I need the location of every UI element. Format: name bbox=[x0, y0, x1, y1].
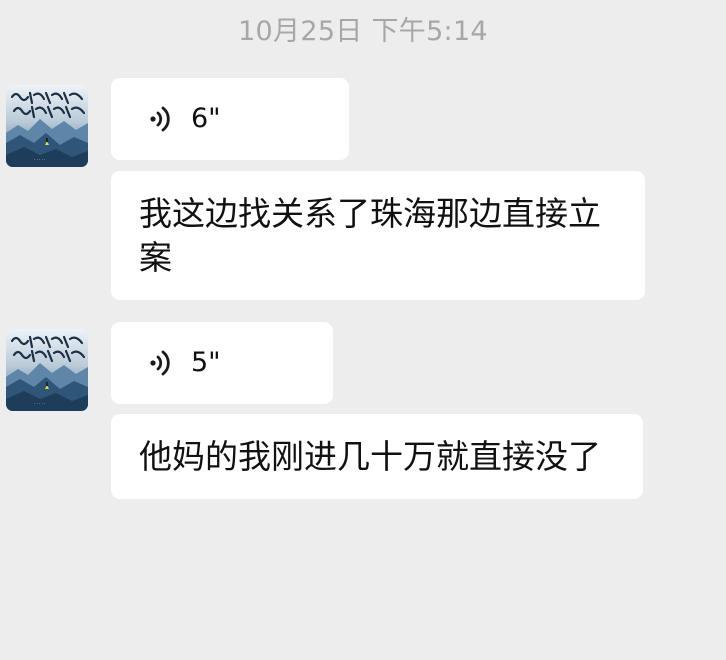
voice-wave-icon bbox=[150, 350, 170, 376]
sender-avatar[interactable]: · · · · · bbox=[6, 329, 88, 411]
message-timestamp: 10月25日 下午5:14 bbox=[238, 16, 488, 47]
text-message-bubble[interactable]: 他妈的我刚进几十万就直接没了 bbox=[111, 414, 643, 499]
svg-text:· · · · ·: · · · · · bbox=[34, 157, 45, 162]
text-message-bubble[interactable]: 我这边找关系了珠海那边直接立案 bbox=[111, 171, 645, 300]
voice-message-bubble[interactable]: 5" bbox=[111, 322, 333, 404]
voice-duration: 6" bbox=[191, 103, 221, 134]
voice-wave-icon bbox=[150, 106, 170, 132]
sender-avatar[interactable]: · · · · · bbox=[6, 85, 88, 167]
voice-message-bubble[interactable]: 6" bbox=[111, 78, 349, 160]
voice-duration: 5" bbox=[191, 347, 221, 378]
svg-text:· · · · ·: · · · · · bbox=[34, 401, 45, 406]
